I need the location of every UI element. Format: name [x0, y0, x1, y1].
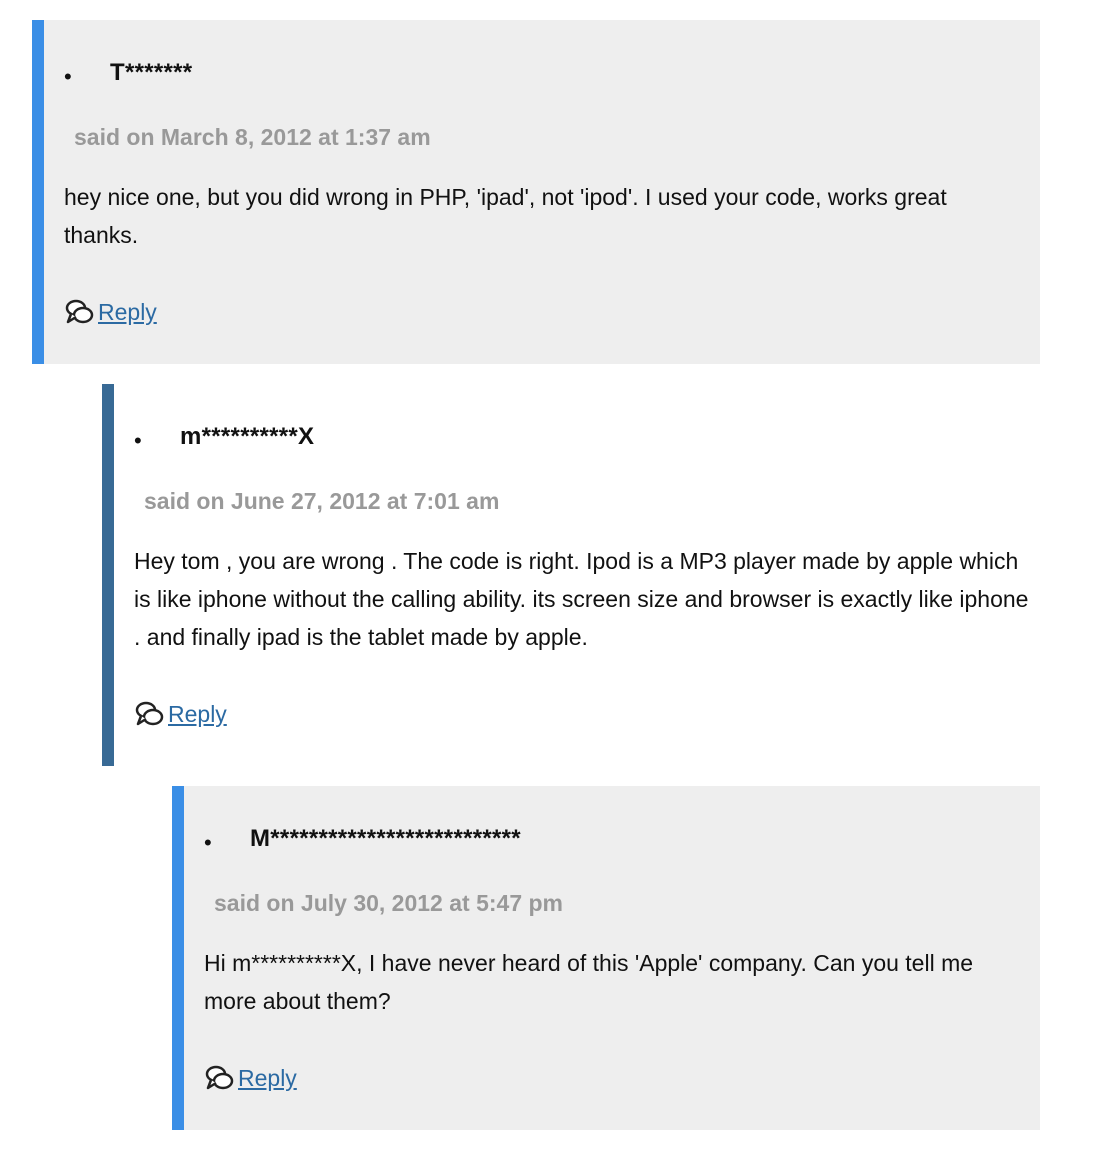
comment-author-row: • m**********X [134, 422, 314, 452]
comment-meta: said on March 8, 2012 at 1:37 am [74, 124, 431, 150]
reply-icon [65, 299, 94, 324]
comment-meta: said on July 30, 2012 at 5:47 pm [214, 890, 563, 916]
comment-body: Hi m**********X, I have never heard of t… [204, 950, 974, 1014]
reply-link-container[interactable]: Reply [204, 1064, 297, 1092]
comment-body: Hey tom , you are wrong . The code is ri… [134, 548, 1029, 650]
bullet: • [134, 428, 142, 453]
bullet: • [64, 64, 72, 89]
reply-link-container[interactable]: Reply [64, 298, 157, 326]
reply-icon [205, 1065, 234, 1090]
comment-3: • M************************** said on Ju… [172, 786, 1040, 1130]
comment-author: M************************** [250, 825, 521, 852]
reply-link[interactable]: Reply [168, 701, 227, 728]
comment-1: • T******* said on March 8, 2012 at 1:37… [32, 20, 1040, 364]
reply-link-container[interactable]: Reply [134, 700, 227, 728]
comment-author: T******* [110, 59, 193, 86]
reply-link[interactable]: Reply [238, 1065, 297, 1092]
comment-meta: said on June 27, 2012 at 7:01 am [144, 488, 500, 514]
comment-2: • m**********X said on June 27, 2012 at … [102, 384, 1040, 766]
reply-link[interactable]: Reply [98, 299, 157, 326]
comment-body: hey nice one, but you did wrong in PHP, … [64, 184, 947, 248]
comment-author-row: • M************************** [204, 824, 521, 854]
reply-icon [135, 701, 164, 726]
comment-author-row: • T******* [64, 58, 192, 88]
comment-author: m**********X [180, 423, 315, 450]
bullet: • [204, 830, 212, 855]
